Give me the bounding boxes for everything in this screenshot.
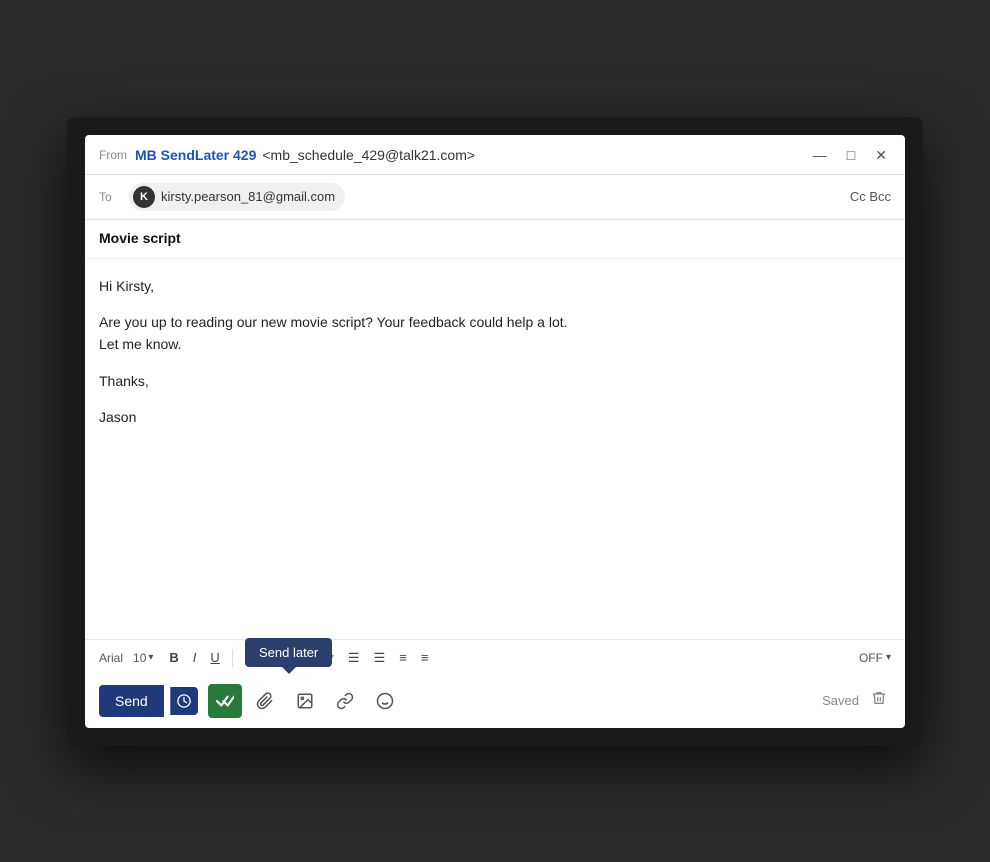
link-icon (336, 692, 354, 710)
to-label: To (99, 190, 119, 204)
recipient-avatar: K (133, 186, 155, 208)
delete-button[interactable] (867, 685, 891, 716)
send-clock-button[interactable] (170, 687, 198, 715)
double-check-icon (216, 694, 234, 708)
off-toggle-chevron-icon: ▾ (886, 652, 891, 663)
highlight-chevron-icon: ▾ (285, 652, 290, 663)
body-paragraph: Are you up to reading our new movie scri… (99, 311, 891, 356)
subject-row: Movie script (85, 220, 905, 259)
font-size-selector[interactable]: 10 ▾ (133, 651, 153, 665)
email-compose-window: From MB SendLater 429 <mb_schedule_429@t… (85, 135, 905, 728)
cc-bcc-button[interactable]: Cc Bcc (850, 189, 891, 204)
recipient-email: kirsty.pearson_81@gmail.com (161, 189, 335, 204)
link-button[interactable] (328, 686, 362, 716)
align-chevron-icon: ▾ (329, 652, 334, 663)
body-greeting: Hi Kirsty, (99, 275, 891, 297)
font-size-chevron-icon: ▾ (148, 652, 153, 663)
attachment-icon (256, 692, 274, 710)
from-name: MB SendLater 429 (135, 147, 256, 163)
bullet-list-button[interactable]: ☰ (368, 646, 392, 670)
image-button[interactable] (288, 686, 322, 716)
emoji-button[interactable] (368, 686, 402, 716)
schedule-check-button[interactable] (208, 684, 242, 718)
toolbar-separator-1 (232, 649, 233, 667)
body-closing: Thanks, (99, 370, 891, 392)
from-email: <mb_schedule_429@talk21.com> (262, 147, 475, 163)
close-button[interactable]: ✕ (871, 145, 891, 166)
clock-icon (177, 694, 191, 708)
from-label: From (99, 148, 127, 162)
formatting-toolbar: Arial 10 ▾ B I U A ▾ A ▾ ☰ ▾ ☰ (85, 639, 905, 676)
toolbar-separator-2 (302, 649, 303, 667)
attach-button[interactable] (248, 686, 282, 716)
bold-button[interactable]: B (163, 646, 184, 669)
numbered-list-button[interactable]: ☰ (342, 646, 366, 670)
title-bar: From MB SendLater 429 <mb_schedule_429@t… (85, 135, 905, 175)
trash-icon (871, 689, 887, 707)
recipient-chip[interactable]: K kirsty.pearson_81@gmail.com (129, 183, 345, 211)
minimize-button[interactable]: — (809, 145, 831, 165)
action-bar: Send later Send (85, 676, 905, 728)
window-controls: — □ ✕ (809, 145, 891, 166)
font-color-chevron-icon: ▾ (255, 652, 260, 663)
highlight-button[interactable]: A ▾ (269, 646, 297, 669)
window-container: From MB SendLater 429 <mb_schedule_429@t… (67, 117, 923, 746)
increase-indent-button[interactable]: ≡ (415, 646, 435, 669)
body-signature: Jason (99, 406, 891, 428)
to-row: To K kirsty.pearson_81@gmail.com Cc Bcc (85, 175, 905, 220)
email-body[interactable]: Hi Kirsty, Are you up to reading our new… (85, 259, 905, 639)
align-button[interactable]: ☰ ▾ (309, 646, 340, 670)
maximize-button[interactable]: □ (843, 145, 859, 165)
italic-button[interactable]: I (187, 646, 203, 669)
underline-button[interactable]: U (204, 646, 225, 669)
subject-text: Movie script (99, 230, 181, 246)
font-color-button[interactable]: A ▾ (239, 646, 267, 669)
decrease-indent-button[interactable]: ≡ (393, 646, 413, 669)
font-name-label: Arial (99, 651, 123, 665)
image-icon (296, 692, 314, 710)
saved-status: Saved (822, 685, 891, 716)
emoji-icon (376, 692, 394, 710)
send-button[interactable]: Send (99, 685, 164, 717)
off-toggle[interactable]: OFF ▾ (859, 651, 891, 665)
